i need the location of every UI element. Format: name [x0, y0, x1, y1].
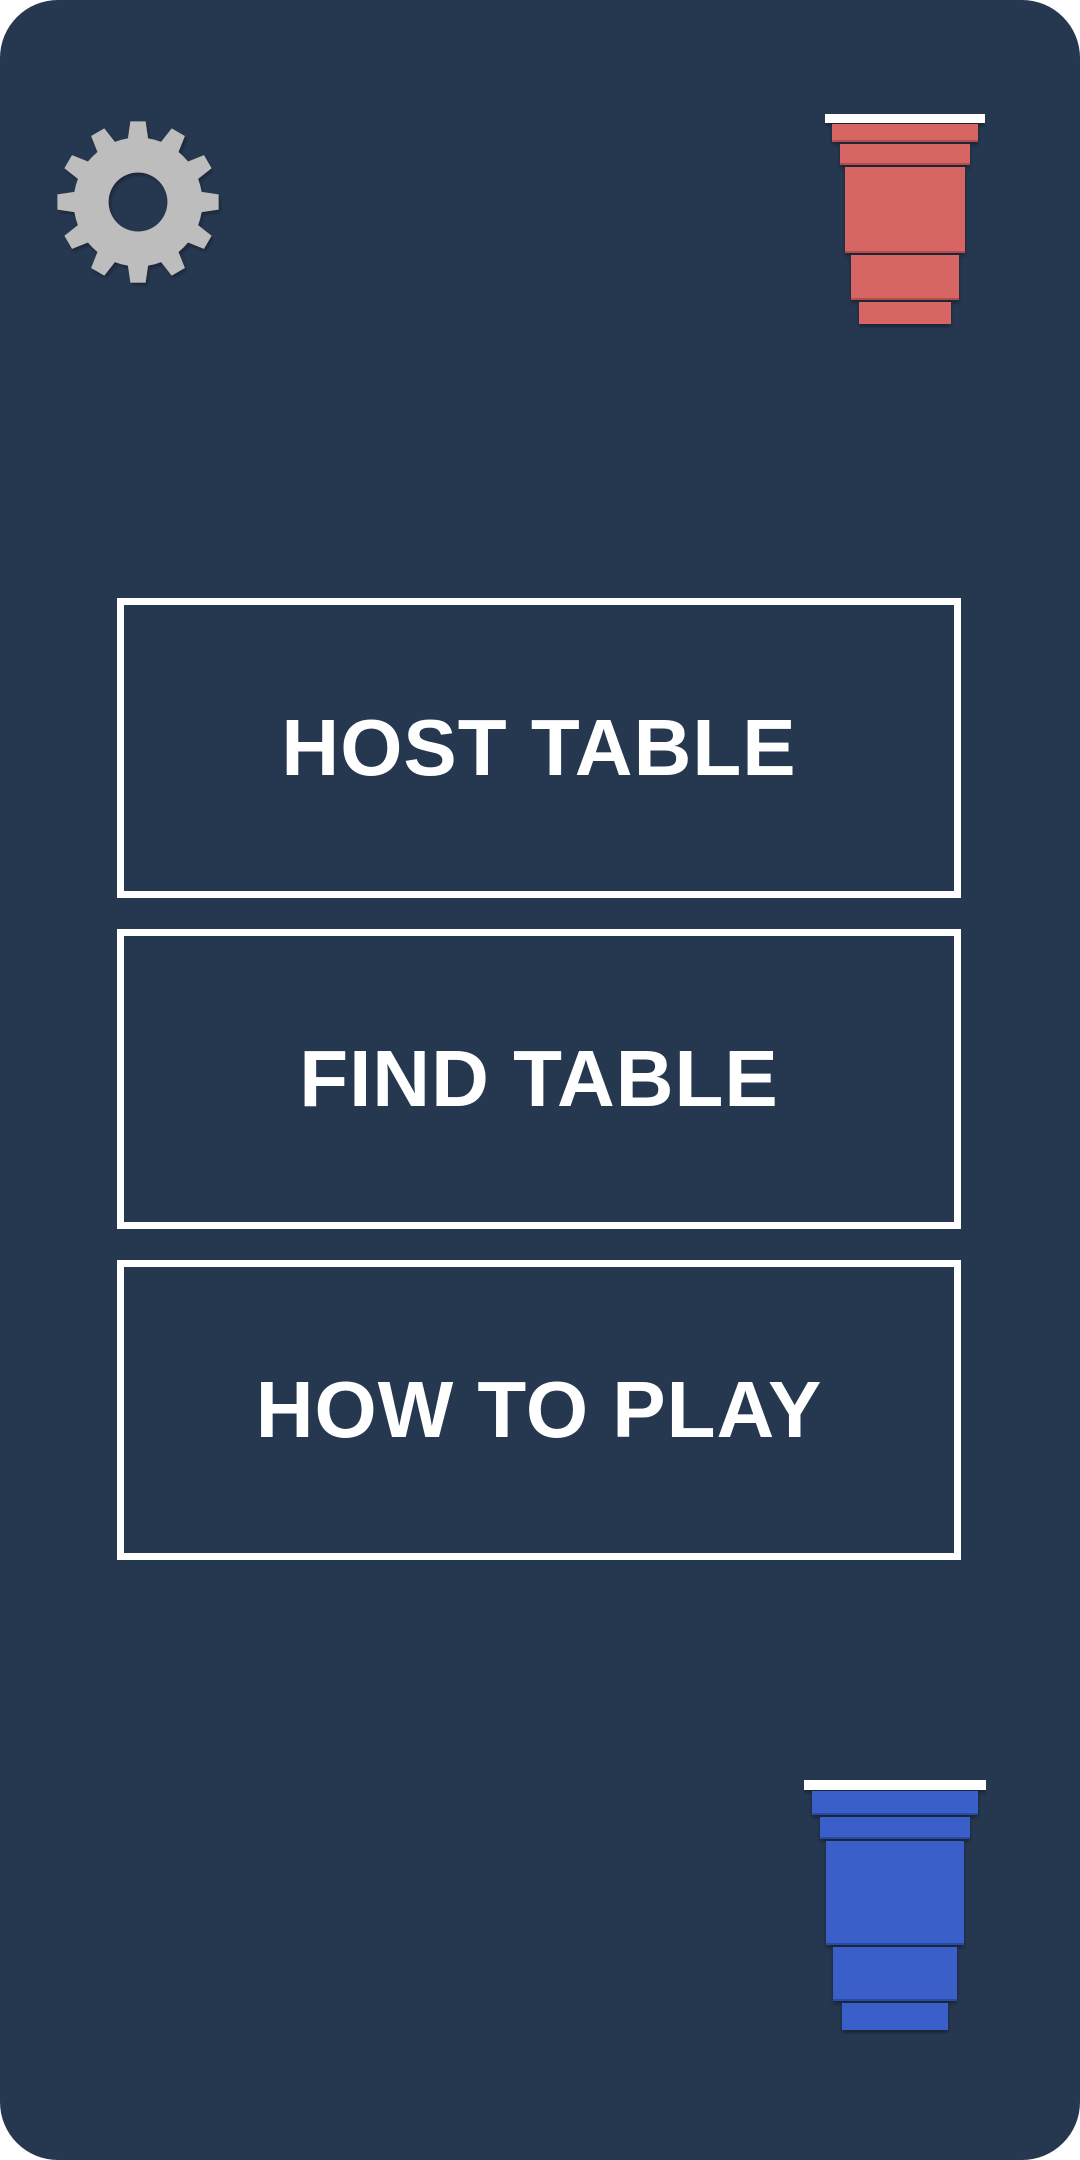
how-to-play-button[interactable]: HOW TO PLAY	[117, 1260, 961, 1560]
red-cup-icon	[825, 112, 985, 328]
blue-cup-icon	[804, 1778, 986, 2034]
main-menu-screen: HOST TABLE FIND TABLE HOW TO PLAY	[0, 0, 1080, 2160]
find-table-label: FIND TABLE	[299, 1034, 779, 1123]
settings-button[interactable]	[46, 110, 230, 294]
gear-icon	[57, 121, 219, 283]
host-table-label: HOST TABLE	[281, 703, 797, 792]
host-table-button[interactable]: HOST TABLE	[117, 598, 961, 898]
how-to-play-label: HOW TO PLAY	[255, 1365, 823, 1454]
find-table-button[interactable]: FIND TABLE	[117, 929, 961, 1229]
